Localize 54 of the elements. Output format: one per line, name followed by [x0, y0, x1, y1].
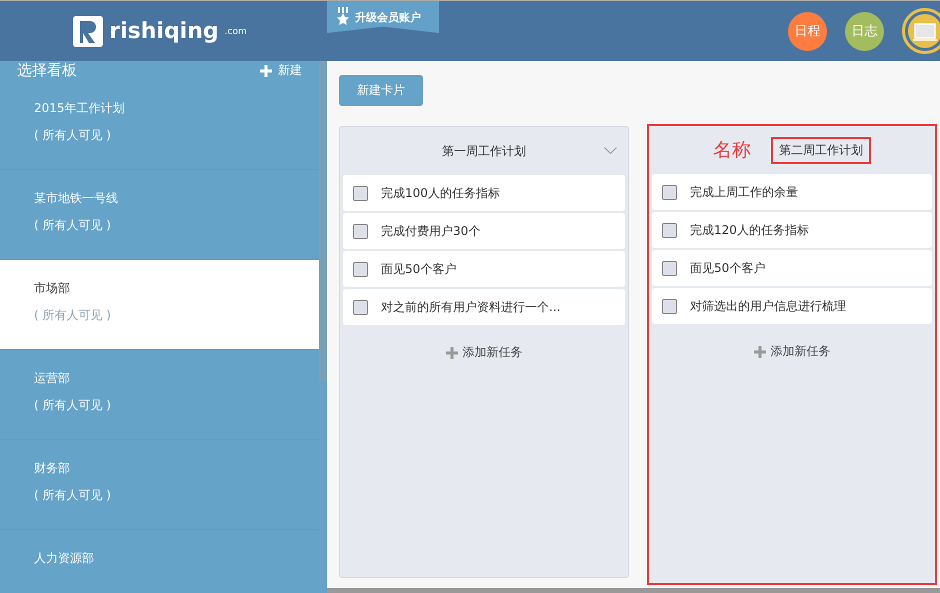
add-task-button[interactable]: 添加新任务 [748, 342, 836, 361]
task-checkbox[interactable] [353, 262, 368, 276]
task-text: 完成120人的任务指标 [690, 222, 809, 238]
board-name: 运营部 [34, 370, 71, 387]
logo-suffix: .com [224, 26, 247, 36]
avatar-button[interactable] [902, 8, 940, 54]
task-checkbox[interactable] [662, 222, 677, 238]
task-item[interactable]: 完成120人的任务指标 [652, 212, 932, 248]
task-text: 面见50个客户 [381, 260, 456, 278]
plus-icon [754, 346, 766, 358]
board-visibility: ( 所有人可见 ) [34, 217, 112, 234]
task-item[interactable]: 完成100人的任务指标 [343, 175, 625, 211]
board-visibility: ( 所有人可见 ) [34, 307, 112, 324]
task-item[interactable]: 对筛选出的用户信息进行梳理 [652, 288, 932, 324]
task-checkbox[interactable] [662, 298, 677, 314]
task-checkbox[interactable] [353, 186, 368, 200]
sidebar-title: 选择看板 [17, 61, 77, 80]
plus-icon [260, 64, 272, 76]
task-checkbox[interactable] [353, 300, 368, 314]
task-checkbox[interactable] [662, 184, 677, 200]
task-item[interactable]: 完成付费用户30个 [343, 213, 625, 249]
logo-icon [73, 16, 104, 46]
board-visibility: ( 所有人可见 ) [34, 487, 112, 504]
board-visibility: ( 所有人可见 ) [34, 127, 112, 144]
board-visibility: ( 所有人可见 ) [34, 397, 112, 414]
annotation-label: 名称 [713, 138, 751, 163]
list-title: 第二周工作计划 [771, 136, 871, 164]
task-text: 对筛选出的用户信息进行梳理 [690, 298, 846, 314]
board-name: 财务部 [34, 460, 71, 477]
medal-icon [335, 7, 351, 27]
chevron-down-icon[interactable] [604, 147, 617, 154]
task-text: 完成100人的任务指标 [381, 184, 500, 202]
task-item[interactable]: 对之前的所有用户资料进行一个... [343, 289, 625, 325]
task-item[interactable]: 面见50个客户 [343, 251, 625, 287]
task-checkbox[interactable] [353, 224, 368, 238]
board-name: 某市地铁一号线 [34, 190, 119, 207]
task-text: 对之前的所有用户资料进行一个... [381, 298, 560, 316]
board-name: 人力资源部 [34, 550, 95, 567]
task-text: 面见50个客户 [690, 260, 766, 276]
upgrade-label: 升级会员账户 [355, 10, 421, 24]
logo-text: rishiqing [109, 18, 219, 44]
list-title: 第一周工作计划 [442, 142, 526, 160]
task-text: 完成付费用户30个 [381, 222, 480, 240]
task-item[interactable]: 完成上周工作的余量 [652, 174, 932, 210]
task-item[interactable]: 面见50个客户 [652, 250, 932, 286]
board-name: 市场部 [34, 280, 71, 297]
board-name: 2015年工作计划 [34, 100, 126, 117]
scrollbar[interactable] [319, 61, 327, 381]
add-task-button[interactable]: 添加新任务 [440, 343, 528, 362]
board-item[interactable]: 市场部 ( 所有人可见 ) [0, 260, 319, 350]
task-checkbox[interactable] [662, 260, 677, 276]
task-text: 完成上周工作的余量 [690, 184, 798, 200]
plus-icon [446, 346, 458, 358]
monitor-icon [913, 21, 937, 41]
